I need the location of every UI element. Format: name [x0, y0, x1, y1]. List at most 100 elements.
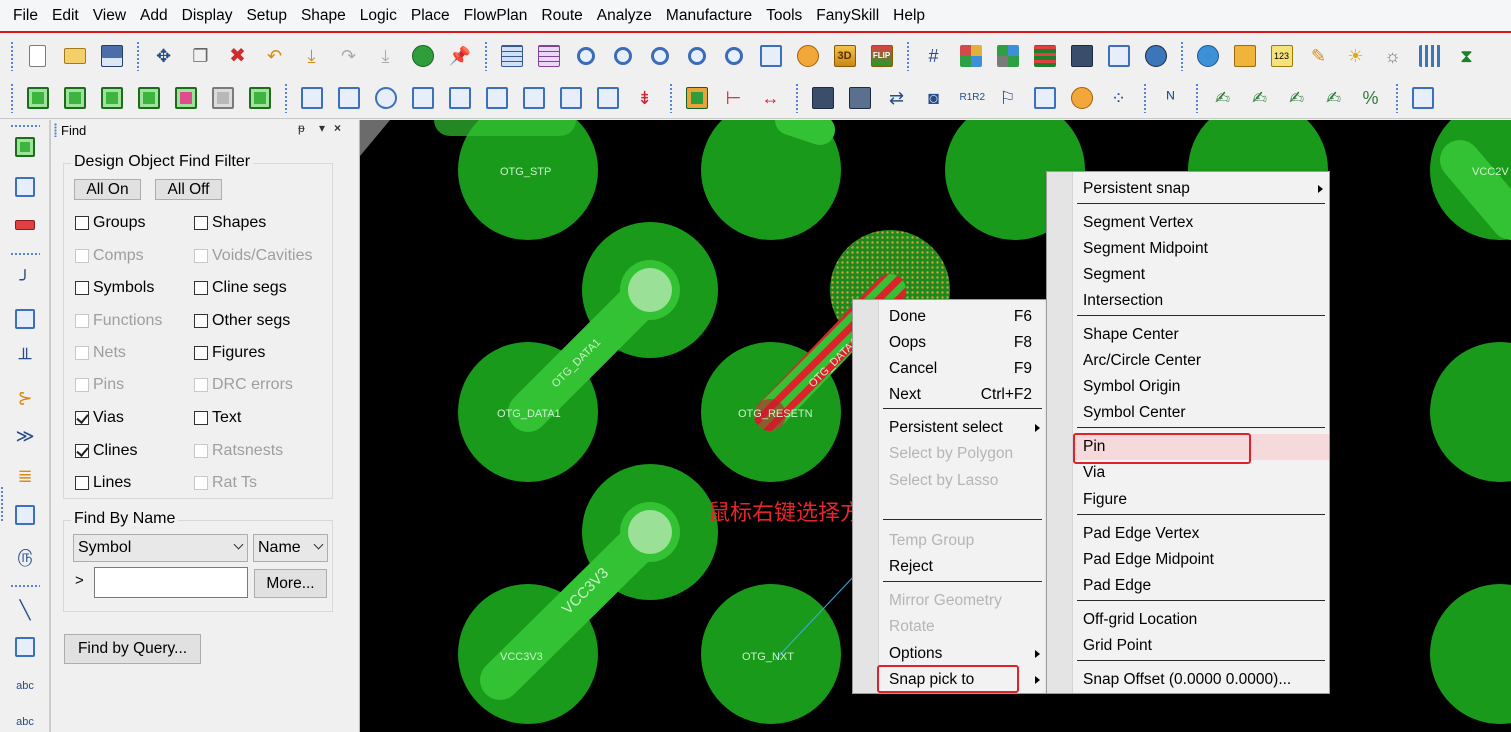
grid-dots-button[interactable]: [534, 41, 564, 71]
zoom-window-button[interactable]: [608, 41, 638, 71]
left-tool-7-button[interactable]: ⊱: [12, 384, 38, 410]
zoom-previous-button[interactable]: [719, 41, 749, 71]
view-3d-button[interactable]: 3D: [830, 41, 860, 71]
snap-item-shape-center[interactable]: Shape Center: [1073, 322, 1329, 348]
mode-placement-button[interactable]: [60, 83, 90, 113]
toolbar-grip[interactable]: [484, 41, 488, 71]
menu-shape[interactable]: Shape: [294, 7, 353, 25]
panel-menu-icon[interactable]: ▾: [319, 121, 325, 135]
toolbar-grip[interactable]: [136, 41, 140, 71]
menu-item-cancel[interactable]: Cancel F9: [879, 356, 1046, 382]
pin-array-button[interactable]: ⁘: [1104, 83, 1134, 113]
snap-item-figure[interactable]: Figure: [1073, 487, 1329, 513]
measure-button[interactable]: 123: [1267, 41, 1297, 71]
toolbar-grip[interactable]: [795, 82, 799, 113]
menu-logic[interactable]: Logic: [353, 7, 404, 25]
mode-shape-button[interactable]: [171, 83, 201, 113]
snap-item-via[interactable]: Via: [1073, 460, 1329, 486]
shape-rect-button[interactable]: [334, 83, 364, 113]
properties-button[interactable]: [1230, 41, 1260, 71]
left-tool-11-button[interactable]: ௫: [12, 542, 38, 568]
grid-setup-button[interactable]: #: [919, 41, 949, 71]
edit-text-button[interactable]: abc: [12, 708, 38, 732]
menu-display[interactable]: Display: [175, 7, 240, 25]
toolbar-grip[interactable]: [906, 41, 910, 71]
add-text-button[interactable]: abc: [12, 672, 38, 698]
info-button[interactable]: [1193, 41, 1223, 71]
flip-button[interactable]: FLIP: [867, 41, 897, 71]
snap-item-off-grid-location[interactable]: Off-grid Location: [1073, 607, 1329, 633]
net-color-button[interactable]: [1030, 83, 1060, 113]
find-by-query-button[interactable]: Find by Query...: [64, 634, 201, 664]
toolbar-grip[interactable]: [0, 486, 4, 522]
name-search-input[interactable]: [94, 567, 248, 598]
brush-button[interactable]: ✎: [1304, 41, 1334, 71]
grid-toggle-button[interactable]: [497, 41, 527, 71]
test-point-button[interactable]: [1067, 83, 1097, 113]
web-button[interactable]: [1141, 41, 1171, 71]
zoom-fit-button[interactable]: [571, 41, 601, 71]
mode-general-button[interactable]: [23, 83, 53, 113]
zoom-world-button[interactable]: [756, 41, 786, 71]
name-mode-select[interactable]: Name: [253, 534, 328, 562]
component-button[interactable]: [682, 83, 712, 113]
filter-checkbox[interactable]: Shapes: [194, 213, 266, 233]
menu-edit[interactable]: Edit: [45, 7, 86, 25]
menu-item-persistent-select[interactable]: Persistent select: [879, 415, 1046, 441]
find-panel-titlebar[interactable]: Find: [54, 121, 354, 139]
snap-item-pad-edge[interactable]: Pad Edge: [1073, 573, 1329, 599]
step-down-button[interactable]: ⤓: [297, 41, 327, 71]
toolbar-grip[interactable]: [1195, 82, 1199, 113]
more-button[interactable]: More...: [254, 569, 327, 598]
redo-button[interactable]: ↷: [334, 41, 364, 71]
window-button[interactable]: [1408, 83, 1438, 113]
menu-item-options[interactable]: Options: [879, 641, 1046, 667]
filter-checkbox[interactable]: Clines: [75, 441, 137, 461]
menu-file[interactable]: File: [6, 7, 45, 25]
snap-item-symbol-center[interactable]: Symbol Center: [1073, 400, 1329, 426]
color-button[interactable]: [956, 41, 986, 71]
menu-view[interactable]: View: [86, 7, 133, 25]
route-button[interactable]: ᴺ: [1156, 83, 1186, 113]
menu-add[interactable]: Add: [133, 7, 175, 25]
hourglass-button[interactable]: ⧗: [1452, 41, 1482, 71]
pad[interactable]: [458, 120, 598, 240]
all-off-button[interactable]: All Off: [155, 179, 222, 200]
library-button[interactable]: [845, 83, 875, 113]
mode-via-button[interactable]: [245, 83, 275, 113]
filter-checkbox[interactable]: Figures: [194, 343, 265, 363]
pad[interactable]: [1430, 584, 1511, 724]
filter-checkbox[interactable]: Vias: [75, 408, 124, 428]
mode-disabled-button[interactable]: [208, 83, 238, 113]
text-move-button[interactable]: ✍: [1282, 83, 1312, 113]
text-percent-button[interactable]: %: [1356, 83, 1386, 113]
dimension-button[interactable]: ⊢: [719, 83, 749, 113]
shape-void-circle-button[interactable]: [556, 83, 586, 113]
snap-item-segment-midpoint[interactable]: Segment Midpoint: [1073, 236, 1329, 262]
left-tool-9-button[interactable]: ≣: [12, 462, 38, 488]
add-rect-button[interactable]: [12, 634, 38, 660]
snap-item-pad-edge-midpoint[interactable]: Pad Edge Midpoint: [1073, 547, 1329, 573]
snap-item-segment[interactable]: Segment: [1073, 262, 1329, 288]
flag-button[interactable]: ⚐: [993, 83, 1023, 113]
light-button[interactable]: ☀: [1341, 41, 1371, 71]
left-tool-8-button[interactable]: ≫: [12, 422, 38, 448]
add-line-button[interactable]: ╲: [12, 596, 38, 622]
snap-item-grid-point[interactable]: Grid Point: [1073, 633, 1329, 659]
copy-button[interactable]: ❐: [186, 41, 216, 71]
text-add-button[interactable]: ✍: [1245, 83, 1275, 113]
snap-item-pad-edge-vertex[interactable]: Pad Edge Vertex: [1073, 521, 1329, 547]
new-file-button[interactable]: [23, 41, 53, 71]
ecm-button[interactable]: [1067, 41, 1097, 71]
snap-item-intersection[interactable]: Intersection: [1073, 288, 1329, 314]
left-tool-3-button[interactable]: [12, 212, 38, 238]
menu-manufacture[interactable]: Manufacture: [659, 7, 759, 25]
menu-route[interactable]: Route: [534, 7, 589, 25]
toolbar-grip[interactable]: [284, 82, 288, 113]
mode-signal-button[interactable]: [134, 83, 164, 113]
text-check-button[interactable]: ✍: [1319, 83, 1349, 113]
text-edit-button[interactable]: ✍: [1208, 83, 1238, 113]
menu-fanyskill[interactable]: FanySkill: [809, 7, 886, 25]
filter-checkbox[interactable]: Cline segs: [194, 278, 287, 298]
dark-light-button[interactable]: ☼: [1378, 41, 1408, 71]
